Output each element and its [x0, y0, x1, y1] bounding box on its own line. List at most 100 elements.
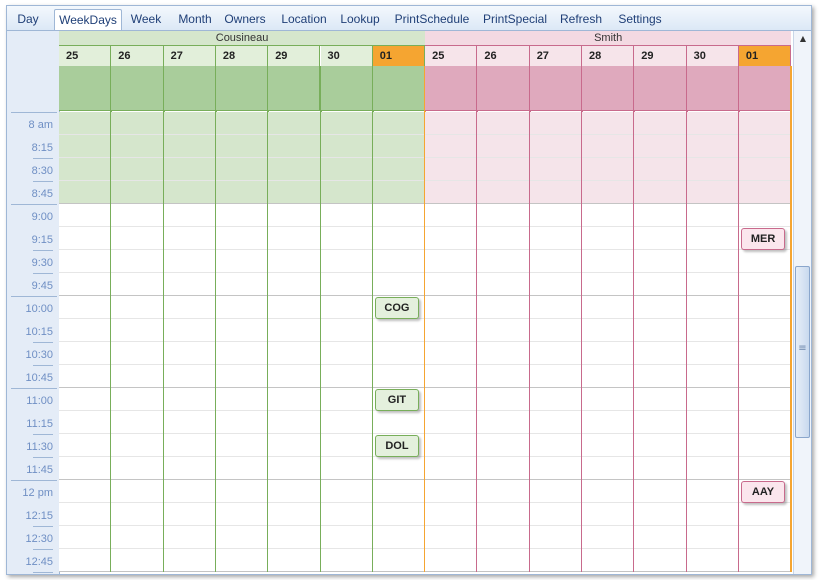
time-slot[interactable]: [268, 204, 321, 227]
time-slot[interactable]: [215, 158, 269, 181]
time-slot[interactable]: [268, 388, 321, 411]
time-slot[interactable]: [686, 411, 739, 434]
appointment[interactable]: AAY: [740, 481, 786, 503]
time-slot[interactable]: [634, 457, 687, 480]
time-slot[interactable]: [529, 457, 582, 480]
time-slot[interactable]: [320, 480, 373, 503]
time-slot[interactable]: [529, 204, 582, 227]
time-slot[interactable]: [59, 319, 112, 342]
tab-settings[interactable]: Settings: [614, 9, 666, 29]
time-slot[interactable]: [686, 135, 739, 158]
time-slot[interactable]: [738, 204, 792, 227]
time-slot[interactable]: [163, 365, 216, 388]
time-slot[interactable]: [268, 342, 321, 365]
tab-month[interactable]: Month: [174, 9, 216, 29]
time-slot[interactable]: [686, 388, 739, 411]
time-slot[interactable]: [425, 158, 478, 181]
time-slot[interactable]: [582, 480, 635, 503]
time-slot[interactable]: [372, 411, 426, 434]
all-day-cell[interactable]: [582, 66, 635, 111]
day-header[interactable]: 27: [529, 46, 582, 66]
time-slot[interactable]: [529, 549, 582, 572]
day-header[interactable]: 29: [634, 46, 687, 66]
time-slot[interactable]: [59, 158, 112, 181]
time-slot[interactable]: [59, 227, 112, 250]
time-slot[interactable]: [163, 135, 216, 158]
time-slot[interactable]: [582, 227, 635, 250]
time-slot[interactable]: [372, 503, 426, 526]
day-header[interactable]: 30: [320, 46, 373, 66]
time-slot[interactable]: [634, 411, 687, 434]
time-slot[interactable]: [634, 480, 687, 503]
time-slot[interactable]: [59, 388, 112, 411]
time-slot[interactable]: [268, 181, 321, 204]
tab-day[interactable]: Day: [12, 9, 44, 29]
time-slot[interactable]: [686, 227, 739, 250]
time-slot[interactable]: [686, 434, 739, 457]
time-slot[interactable]: [425, 135, 478, 158]
time-slot[interactable]: [320, 204, 373, 227]
time-slot[interactable]: [738, 250, 792, 273]
all-day-cell[interactable]: [425, 66, 478, 111]
day-header[interactable]: 27: [163, 46, 216, 66]
time-slot[interactable]: [738, 411, 792, 434]
time-slot[interactable]: [215, 319, 269, 342]
appointment[interactable]: DOL: [374, 435, 420, 457]
time-slot[interactable]: [686, 158, 739, 181]
time-slot[interactable]: [320, 181, 373, 204]
time-slot[interactable]: [215, 250, 269, 273]
time-slot[interactable]: [111, 411, 164, 434]
time-slot[interactable]: [268, 319, 321, 342]
time-slot[interactable]: [634, 250, 687, 273]
time-slot[interactable]: [477, 112, 530, 135]
time-slot[interactable]: [425, 204, 478, 227]
time-slot[interactable]: [59, 434, 112, 457]
time-slot[interactable]: [634, 158, 687, 181]
time-slot[interactable]: [582, 503, 635, 526]
time-slot[interactable]: [215, 135, 269, 158]
time-slot[interactable]: [529, 135, 582, 158]
time-slot[interactable]: [111, 112, 164, 135]
tab-printspecial[interactable]: PrintSpecial: [480, 9, 550, 29]
time-slot[interactable]: [477, 342, 530, 365]
time-slot[interactable]: [686, 296, 739, 319]
time-slot[interactable]: [111, 480, 164, 503]
tab-refresh[interactable]: Refresh: [558, 9, 604, 29]
time-slot[interactable]: [634, 204, 687, 227]
time-slot[interactable]: [425, 319, 478, 342]
day-header[interactable]: 26: [111, 46, 164, 66]
time-slot[interactable]: [111, 434, 164, 457]
time-slot[interactable]: [59, 549, 112, 572]
time-slot[interactable]: [215, 503, 269, 526]
time-slot[interactable]: [634, 319, 687, 342]
time-slot[interactable]: [111, 549, 164, 572]
time-slot[interactable]: [163, 434, 216, 457]
time-slot[interactable]: [320, 227, 373, 250]
time-slot[interactable]: [163, 158, 216, 181]
day-header[interactable]: 25: [425, 46, 478, 66]
time-slot[interactable]: [215, 411, 269, 434]
time-slot[interactable]: [425, 480, 478, 503]
time-slot[interactable]: [738, 549, 792, 572]
time-slot[interactable]: [59, 457, 112, 480]
time-slot[interactable]: [111, 204, 164, 227]
time-slot[interactable]: [686, 273, 739, 296]
time-slot[interactable]: [268, 227, 321, 250]
time-slot[interactable]: [372, 273, 426, 296]
time-slot[interactable]: [268, 411, 321, 434]
time-slot[interactable]: [59, 135, 112, 158]
time-slot[interactable]: [163, 250, 216, 273]
time-slot[interactable]: [372, 204, 426, 227]
time-slot[interactable]: [477, 526, 530, 549]
time-slot[interactable]: [686, 549, 739, 572]
time-slot[interactable]: [268, 503, 321, 526]
time-slot[interactable]: [582, 457, 635, 480]
time-slot[interactable]: [111, 181, 164, 204]
time-slot[interactable]: [59, 411, 112, 434]
time-slot[interactable]: [738, 342, 792, 365]
time-slot[interactable]: [477, 319, 530, 342]
time-slot[interactable]: [477, 296, 530, 319]
time-slot[interactable]: [372, 342, 426, 365]
time-slot[interactable]: [320, 342, 373, 365]
time-slot[interactable]: [477, 250, 530, 273]
